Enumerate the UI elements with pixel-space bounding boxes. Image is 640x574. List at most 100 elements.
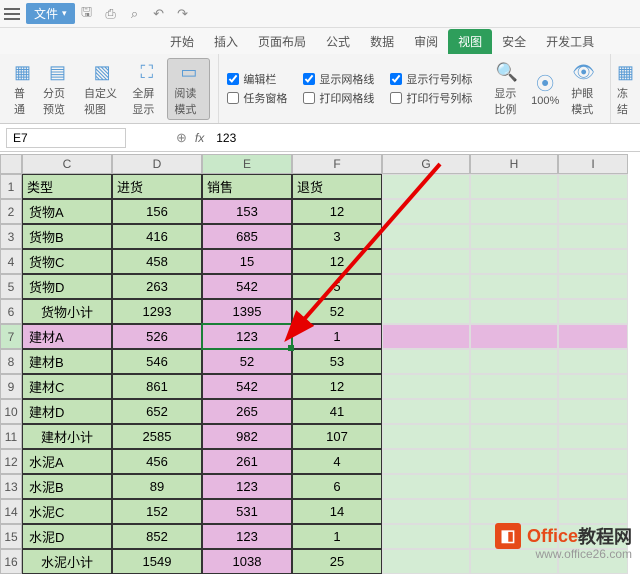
cell[interactable]: 货物C xyxy=(22,249,112,274)
cell[interactable]: 652 xyxy=(112,399,202,424)
col-header-G[interactable]: G xyxy=(382,154,470,174)
cell[interactable]: 3 xyxy=(292,224,382,249)
cell[interactable] xyxy=(470,274,558,299)
cell[interactable]: 6 xyxy=(292,474,382,499)
freeze-button[interactable]: ▦冻结 xyxy=(611,59,640,119)
col-header-F[interactable]: F xyxy=(292,154,382,174)
cell[interactable]: 89 xyxy=(112,474,202,499)
view-普通[interactable]: ▦普通 xyxy=(8,59,37,119)
undo-icon[interactable]: ↶ xyxy=(149,6,169,22)
save-icon[interactable]: 🖫 xyxy=(77,3,97,25)
row-header-2[interactable]: 2 xyxy=(0,199,22,224)
tab-数据[interactable]: 数据 xyxy=(360,29,404,54)
cell[interactable]: 建材D xyxy=(22,399,112,424)
zoom-护眼模式[interactable]: 👁护眼模式 xyxy=(565,59,602,119)
col-header-I[interactable]: I xyxy=(558,154,628,174)
cell[interactable] xyxy=(558,499,628,524)
preview-icon[interactable]: ⌕ xyxy=(125,6,145,22)
cell[interactable] xyxy=(558,299,628,324)
view-自定义视图[interactable]: ▧自定义视图 xyxy=(78,59,126,119)
row-header-3[interactable]: 3 xyxy=(0,224,22,249)
redo-icon[interactable]: ↷ xyxy=(173,6,193,22)
cell[interactable] xyxy=(558,374,628,399)
cell[interactable] xyxy=(558,424,628,449)
cell[interactable] xyxy=(382,474,470,499)
cell[interactable]: 416 xyxy=(112,224,202,249)
header-cell[interactable]: 退货 xyxy=(292,174,382,199)
cell[interactable] xyxy=(558,199,628,224)
cell[interactable] xyxy=(558,449,628,474)
cell[interactable]: 14 xyxy=(292,499,382,524)
cell[interactable]: 526 xyxy=(112,324,202,349)
cell[interactable]: 531 xyxy=(202,499,292,524)
cell[interactable] xyxy=(470,349,558,374)
cell[interactable]: 852 xyxy=(112,524,202,549)
row-header-5[interactable]: 5 xyxy=(0,274,22,299)
cell[interactable] xyxy=(382,324,470,349)
cell[interactable]: 15 xyxy=(202,249,292,274)
cell[interactable]: 4 xyxy=(292,449,382,474)
cell[interactable] xyxy=(382,524,470,549)
cell[interactable] xyxy=(470,324,558,349)
cell[interactable]: 水泥A xyxy=(22,449,112,474)
cell[interactable] xyxy=(558,249,628,274)
tab-开始[interactable]: 开始 xyxy=(160,29,204,54)
row-header-10[interactable]: 10 xyxy=(0,399,22,424)
cell[interactable] xyxy=(382,449,470,474)
row-header-12[interactable]: 12 xyxy=(0,449,22,474)
cell[interactable] xyxy=(382,424,470,449)
cell[interactable]: 52 xyxy=(292,299,382,324)
cell[interactable]: 1395 xyxy=(202,299,292,324)
col-header-D[interactable]: D xyxy=(112,154,202,174)
cell[interactable]: 152 xyxy=(112,499,202,524)
cell[interactable]: 41 xyxy=(292,399,382,424)
column-headers[interactable]: CDEFGHI xyxy=(22,154,628,174)
tab-公式[interactable]: 公式 xyxy=(316,29,360,54)
cell[interactable]: 建材B xyxy=(22,349,112,374)
cell[interactable]: 982 xyxy=(202,424,292,449)
header-cell[interactable]: 类型 xyxy=(22,174,112,199)
zoom-显示比例[interactable]: 🔍显示比例 xyxy=(488,59,525,119)
formula-value[interactable]: 123 xyxy=(216,131,236,145)
tab-插入[interactable]: 插入 xyxy=(204,29,248,54)
print-icon[interactable]: ⎙ xyxy=(101,6,121,22)
cell[interactable] xyxy=(470,474,558,499)
cell[interactable] xyxy=(470,249,558,274)
cell[interactable] xyxy=(470,224,558,249)
cell[interactable]: 542 xyxy=(202,274,292,299)
row-headers[interactable]: 12345678910111213141516 xyxy=(0,174,22,574)
cell[interactable] xyxy=(382,249,470,274)
cell[interactable] xyxy=(470,499,558,524)
cell[interactable] xyxy=(558,399,628,424)
cell[interactable]: 263 xyxy=(112,274,202,299)
cell[interactable]: 123 xyxy=(202,324,292,349)
cell[interactable]: 12 xyxy=(292,199,382,224)
cell[interactable] xyxy=(470,399,558,424)
cell[interactable] xyxy=(382,374,470,399)
cell[interactable]: 123 xyxy=(202,524,292,549)
header-cell[interactable]: 销售 xyxy=(202,174,292,199)
tab-页面布局[interactable]: 页面布局 xyxy=(248,29,316,54)
cell[interactable]: 546 xyxy=(112,349,202,374)
cell[interactable]: 2585 xyxy=(112,424,202,449)
cell[interactable]: 建材C xyxy=(22,374,112,399)
cell[interactable]: 25 xyxy=(292,549,382,574)
cell[interactable] xyxy=(382,549,470,574)
cell[interactable]: 153 xyxy=(202,199,292,224)
cell[interactable] xyxy=(558,224,628,249)
cell[interactable]: 1038 xyxy=(202,549,292,574)
row-header-1[interactable]: 1 xyxy=(0,174,22,199)
tab-视图[interactable]: 视图 xyxy=(448,29,492,54)
cell[interactable] xyxy=(558,474,628,499)
cell[interactable]: 货物小计 xyxy=(22,299,112,324)
cell[interactable] xyxy=(382,199,470,224)
col-header-E[interactable]: E xyxy=(202,154,292,174)
cell[interactable]: 456 xyxy=(112,449,202,474)
row-header-13[interactable]: 13 xyxy=(0,474,22,499)
cell[interactable] xyxy=(382,299,470,324)
cell[interactable] xyxy=(382,224,470,249)
cell[interactable]: 542 xyxy=(202,374,292,399)
cell[interactable]: 水泥B xyxy=(22,474,112,499)
cell[interactable] xyxy=(470,174,558,199)
cell[interactable]: 12 xyxy=(292,374,382,399)
